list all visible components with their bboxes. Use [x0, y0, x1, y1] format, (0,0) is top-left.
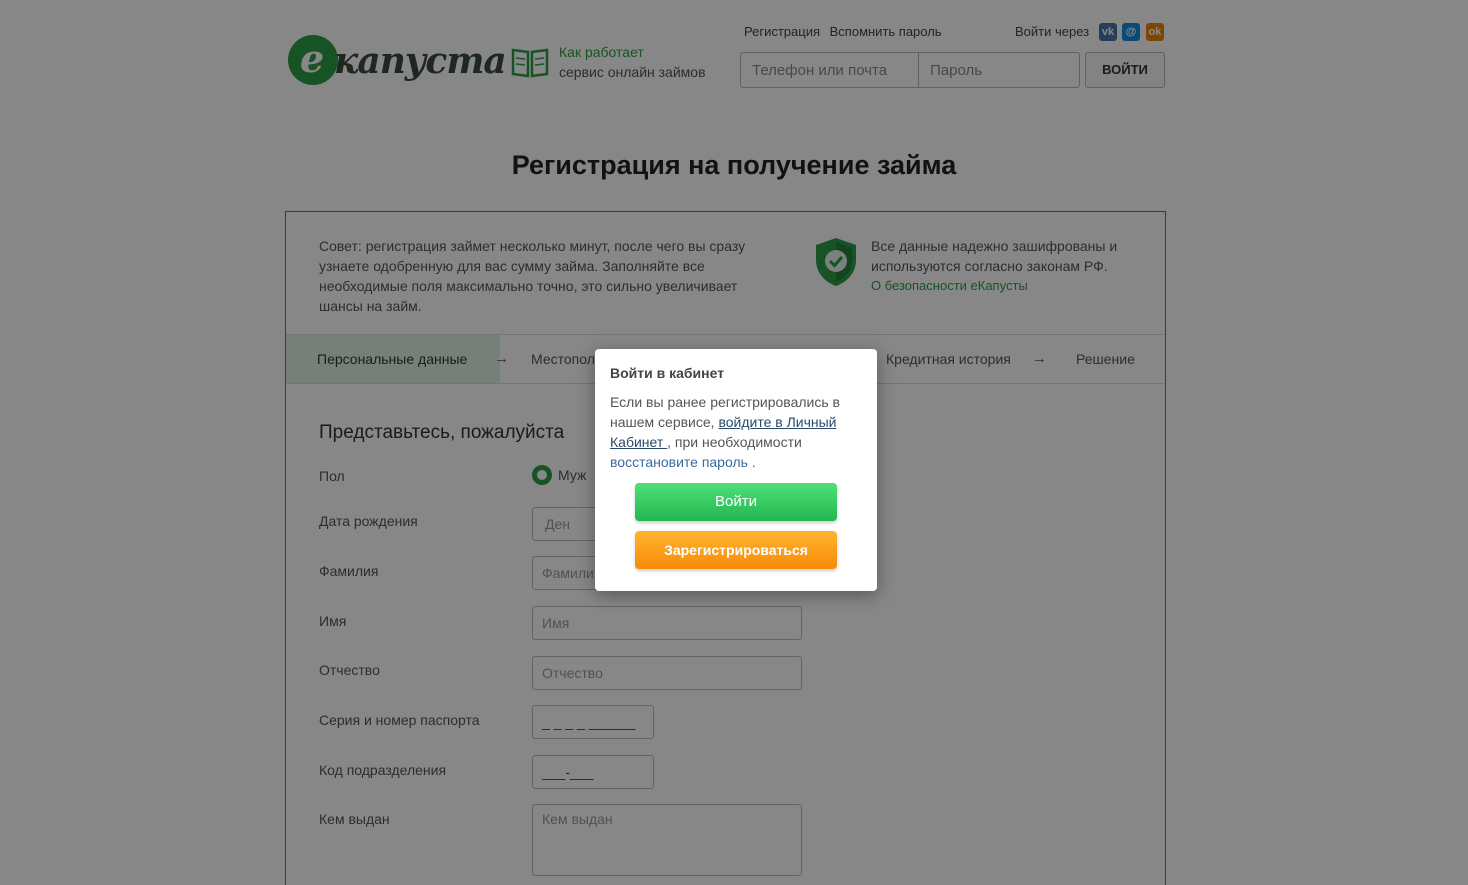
- modal-text: Если вы ранее регистрировались в нашем с…: [610, 392, 865, 472]
- modal-text-part3: .: [747, 454, 756, 470]
- enter-button[interactable]: Войти: [635, 483, 837, 521]
- modal-text-part2: , при необходимости: [667, 434, 802, 450]
- modal-title: Войти в кабинет: [610, 365, 725, 381]
- register-button[interactable]: Зарегистрироваться: [635, 531, 837, 569]
- login-modal: Войти в кабинет Если вы ранее регистриро…: [595, 349, 877, 591]
- restore-password-modal-link[interactable]: восстановите пароль: [610, 454, 748, 470]
